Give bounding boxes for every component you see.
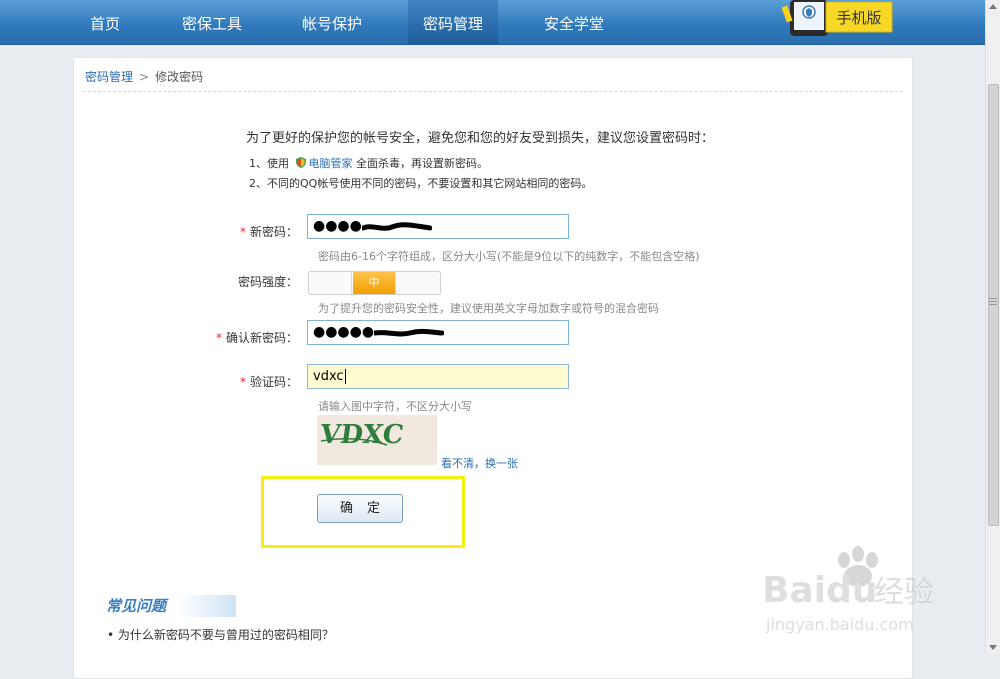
baidu-jingyan-watermark: Baidu 经验 jingyan.baidu.com xyxy=(762,546,934,634)
new-password-label: * 新密码： xyxy=(148,223,298,240)
captcha-image-text: VDXC xyxy=(317,419,405,450)
captcha-label: * 验证码： xyxy=(148,373,298,390)
top-nav: 首页 密保工具 帐号保护 密码管理 安全学堂 手机版 xyxy=(0,0,986,45)
watermark-cn: 经验 xyxy=(874,575,934,610)
captcha-input[interactable]: vdxc xyxy=(307,364,569,389)
confirm-password-masked: ●●●●● xyxy=(313,324,375,340)
shield-icon xyxy=(295,157,306,168)
watermark-url: jingyan.baidu.com xyxy=(765,615,914,634)
required-mark: * xyxy=(215,331,222,345)
scroll-grip-icon xyxy=(989,298,997,306)
tip-2: 2、不同的QQ帐号使用不同的密码，不要设置和其它网站相同的密码。 xyxy=(249,177,593,190)
strength-strong-segment xyxy=(397,272,440,294)
strength-weak-segment xyxy=(309,272,352,294)
vertical-scrollbar[interactable] xyxy=(985,0,1000,654)
redaction-scribble xyxy=(374,328,445,336)
watermark-brand: Baidu xyxy=(762,570,877,611)
confirm-password-label: * 确认新密码： xyxy=(148,329,298,346)
new-password-masked: ●●●● xyxy=(313,218,362,234)
scroll-down-arrow[interactable] xyxy=(989,645,997,650)
tip1-prefix: 1、使用 xyxy=(249,157,289,170)
required-mark: * xyxy=(239,375,246,389)
captcha-refresh-link[interactable]: 看不清，换一张 xyxy=(441,455,518,471)
faq-title: 常见问题 xyxy=(106,595,236,617)
nav-account-protection[interactable]: 帐号保护 xyxy=(285,0,379,44)
strength-medium-segment: 中 xyxy=(353,272,396,294)
nav-security-school[interactable]: 安全学堂 xyxy=(528,0,620,44)
mobile-badge-label: 手机版 xyxy=(836,9,881,27)
faq-item-text: 为什么新密码不要与曾用过的密码相同？ xyxy=(117,628,334,642)
captcha-hint: 请输入图中字符，不区分大小写 xyxy=(318,400,472,413)
captcha-label-text: 验证码： xyxy=(249,375,298,389)
strength-label: 密码强度： xyxy=(237,275,298,289)
text-cursor xyxy=(344,369,346,384)
breadcrumb: 密码管理 > 修改密码 xyxy=(85,68,203,85)
nav-security-tools[interactable]: 密保工具 xyxy=(165,0,259,44)
redaction-scribble xyxy=(361,221,432,231)
tip-1: 1、使用 电脑管家 全面杀毒，再设置新密码。 xyxy=(249,155,488,171)
breadcrumb-current: 修改密码 xyxy=(155,70,204,84)
password-strength-meter: 中 xyxy=(308,271,441,295)
confirm-password-input[interactable]: ●●●●● xyxy=(307,320,569,345)
nav-password-management[interactable]: 密码管理 xyxy=(408,0,498,44)
new-password-hint: 密码由6-16个字符组成，区分大小写(不能是9位以下的纯数字，不能包含空格) xyxy=(318,250,700,263)
confirm-password-label-text: 确认新密码： xyxy=(225,331,298,345)
divider xyxy=(83,91,903,92)
new-password-input[interactable]: ●●●● xyxy=(307,214,569,239)
faq-item[interactable]: • 为什么新密码不要与曾用过的密码相同？ xyxy=(107,626,334,643)
captcha-value: vdxc xyxy=(313,369,344,384)
strength-hint: 为了提升您的密码安全性，建议使用英文字母加数字或符号的混合密码 xyxy=(318,302,659,315)
captcha-image[interactable]: VDXC xyxy=(317,415,437,465)
pc-manager-link[interactable]: 电脑管家 xyxy=(309,157,353,170)
nav-home[interactable]: 首页 xyxy=(68,0,142,44)
mobile-version-badge[interactable]: 手机版 xyxy=(782,0,900,38)
breadcrumb-parent-link[interactable]: 密码管理 xyxy=(85,70,133,84)
scroll-up-arrow[interactable] xyxy=(989,4,997,9)
required-mark: * xyxy=(239,225,246,239)
breadcrumb-separator: > xyxy=(139,70,150,84)
intro-text: 为了更好的保护您的帐号安全，避免您和您的好友受到损失，建议您设置密码时： xyxy=(246,131,715,146)
confirm-button[interactable]: 确定 xyxy=(317,494,403,523)
tip1-suffix: 全面杀毒，再设置新密码。 xyxy=(356,157,488,170)
new-password-label-text: 新密码： xyxy=(249,225,298,239)
